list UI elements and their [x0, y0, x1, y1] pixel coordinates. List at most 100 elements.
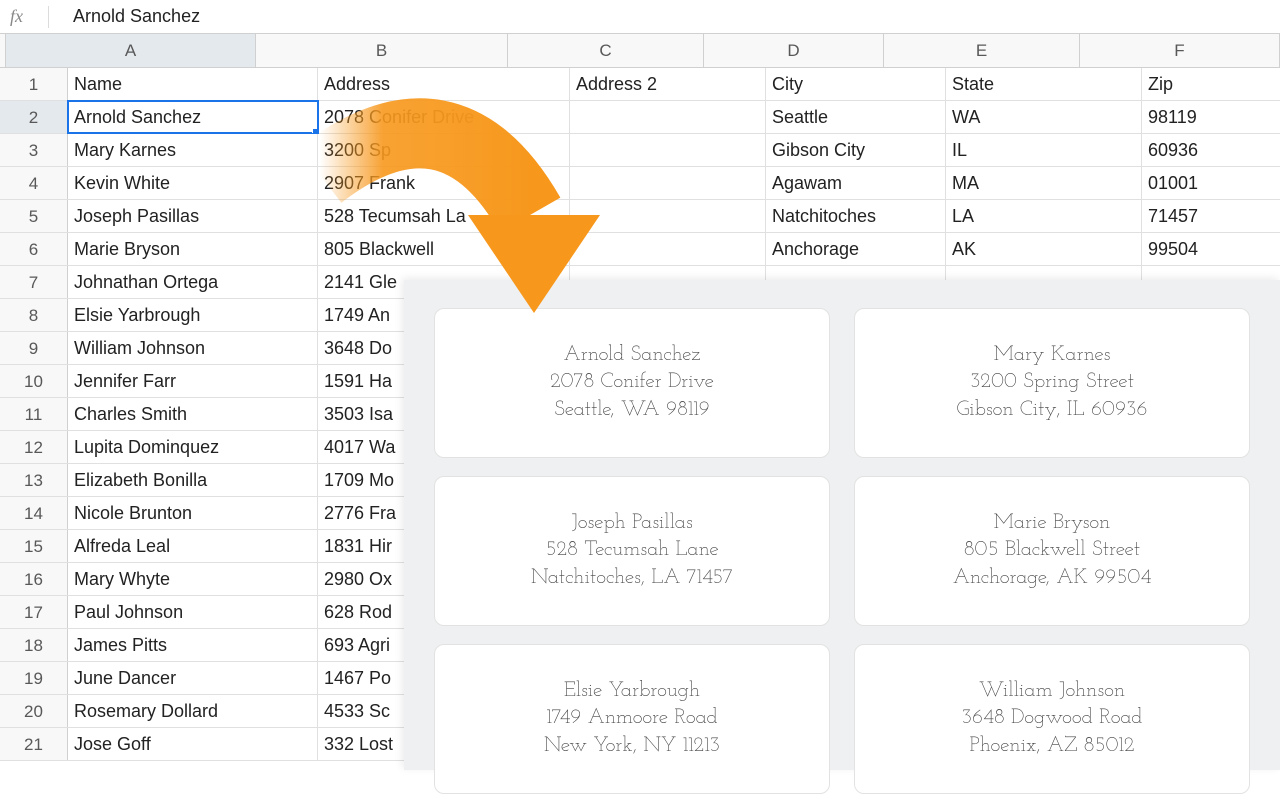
label-address: 805 Blackwell Street — [964, 537, 1141, 564]
cell[interactable] — [570, 167, 766, 199]
labels-preview-panel: Arnold Sanchez2078 Conifer DriveSeattle,… — [404, 280, 1280, 770]
cell[interactable]: 2078 Conifer Drive — [318, 101, 570, 133]
cell[interactable]: 99504 — [1142, 233, 1280, 265]
cell[interactable]: Seattle — [766, 101, 946, 133]
col-head-c[interactable]: C — [508, 34, 704, 67]
cell[interactable]: Lupita Dominquez — [68, 431, 318, 463]
cell[interactable]: Alfreda Leal — [68, 530, 318, 562]
cell[interactable] — [570, 101, 766, 133]
cell[interactable]: Agawam — [766, 167, 946, 199]
cell[interactable]: AK — [946, 233, 1142, 265]
cell[interactable]: Gibson City — [766, 134, 946, 166]
col-head-a[interactable]: A — [6, 34, 256, 67]
row-head[interactable]: 21 — [0, 728, 68, 760]
row-head[interactable]: 7 — [0, 266, 68, 298]
row-head[interactable]: 1 — [0, 68, 68, 100]
col-head-e[interactable]: E — [884, 34, 1080, 67]
label-address: 1749 Anmoore Road — [546, 705, 717, 732]
row-head[interactable]: 14 — [0, 497, 68, 529]
cell[interactable]: Arnold Sanchez — [68, 101, 318, 133]
row-head[interactable]: 17 — [0, 596, 68, 628]
col-head-f[interactable]: F — [1080, 34, 1280, 67]
table-row: 1NameAddressAddress 2CityStateZip — [0, 68, 1280, 101]
cell[interactable]: Mary Whyte — [68, 563, 318, 595]
cell[interactable]: WA — [946, 101, 1142, 133]
row-head[interactable]: 6 — [0, 233, 68, 265]
cell[interactable]: William Johnson — [68, 332, 318, 364]
cell[interactable]: 71457 — [1142, 200, 1280, 232]
row-head[interactable]: 12 — [0, 431, 68, 463]
formula-input[interactable] — [73, 0, 1280, 33]
col-head-b[interactable]: B — [256, 34, 508, 67]
row-head[interactable]: 11 — [0, 398, 68, 430]
row-head[interactable]: 8 — [0, 299, 68, 331]
cell[interactable]: Marie Bryson — [68, 233, 318, 265]
cell[interactable]: Jennifer Farr — [68, 365, 318, 397]
cell[interactable]: City — [766, 68, 946, 100]
cell[interactable]: Natchitoches — [766, 200, 946, 232]
cell[interactable]: June Dancer — [68, 662, 318, 694]
col-head-d[interactable]: D — [704, 34, 884, 67]
cell[interactable]: Address 2 — [570, 68, 766, 100]
row-head[interactable]: 2 — [0, 101, 68, 133]
cell[interactable]: Name — [68, 68, 318, 100]
cell[interactable]: Mary Karnes — [68, 134, 318, 166]
row-head[interactable]: 16 — [0, 563, 68, 595]
cell[interactable]: Nicole Brunton — [68, 497, 318, 529]
cell[interactable]: Kevin White — [68, 167, 318, 199]
cell[interactable]: 2907 Frank — [318, 167, 570, 199]
cell[interactable]: MA — [946, 167, 1142, 199]
label-city-state-zip: New York, NY 11213 — [544, 733, 720, 760]
row-head[interactable]: 19 — [0, 662, 68, 694]
cell[interactable]: Elsie Yarbrough — [68, 299, 318, 331]
cell[interactable] — [570, 134, 766, 166]
cell[interactable]: Jose Goff — [68, 728, 318, 760]
label-address: 3200 Spring Street — [970, 369, 1134, 396]
cell[interactable]: Rosemary Dollard — [68, 695, 318, 727]
cell[interactable]: IL — [946, 134, 1142, 166]
row-head[interactable]: 9 — [0, 332, 68, 364]
cell[interactable]: 805 Blackwell — [318, 233, 570, 265]
cell[interactable]: 60936 — [1142, 134, 1280, 166]
cell[interactable]: Paul Johnson — [68, 596, 318, 628]
row-head[interactable]: 5 — [0, 200, 68, 232]
address-label-card: William Johnson3648 Dogwood RoadPhoenix,… — [854, 644, 1250, 794]
cell[interactable]: 98119 — [1142, 101, 1280, 133]
cell[interactable] — [570, 200, 766, 232]
row-head[interactable]: 3 — [0, 134, 68, 166]
table-row: 4Kevin White2907 Frank AgawamMA01001 — [0, 167, 1280, 200]
label-name: Marie Bryson — [994, 510, 1111, 537]
cell[interactable] — [570, 233, 766, 265]
row-head[interactable]: 15 — [0, 530, 68, 562]
cell[interactable]: Address — [318, 68, 570, 100]
address-label-card: Marie Bryson805 Blackwell StreetAnchorag… — [854, 476, 1250, 626]
cell[interactable]: Charles Smith — [68, 398, 318, 430]
address-label-card: Joseph Pasillas528 Tecumsah LaneNatchito… — [434, 476, 830, 626]
cell[interactable]: 528 Tecumsah La — [318, 200, 570, 232]
cell[interactable]: Zip — [1142, 68, 1280, 100]
cell[interactable]: Johnathan Ortega — [68, 266, 318, 298]
row-head[interactable]: 10 — [0, 365, 68, 397]
address-label-card: Mary Karnes3200 Spring StreetGibson City… — [854, 308, 1250, 458]
cell[interactable]: 3200 Sp — [318, 134, 570, 166]
label-name: Mary Karnes — [994, 342, 1111, 369]
label-address: 3648 Dogwood Road — [962, 705, 1143, 732]
cell[interactable]: James Pitts — [68, 629, 318, 661]
cell[interactable]: 01001 — [1142, 167, 1280, 199]
address-label-card: Arnold Sanchez2078 Conifer DriveSeattle,… — [434, 308, 830, 458]
table-row: 6Marie Bryson805 Blackwell AnchorageAK995… — [0, 233, 1280, 266]
row-head[interactable]: 4 — [0, 167, 68, 199]
cell[interactable]: State — [946, 68, 1142, 100]
row-head[interactable]: 20 — [0, 695, 68, 727]
label-name: Elsie Yarbrough — [564, 678, 700, 705]
label-city-state-zip: Gibson City, IL 60936 — [956, 397, 1147, 424]
cell[interactable]: Joseph Pasillas — [68, 200, 318, 232]
row-head[interactable]: 18 — [0, 629, 68, 661]
table-row: 2Arnold Sanchez2078 Conifer Drive Seattle… — [0, 101, 1280, 134]
cell[interactable]: Anchorage — [766, 233, 946, 265]
column-header-row: A B C D E F — [0, 34, 1280, 68]
label-city-state-zip: Seattle, WA 98119 — [554, 397, 709, 424]
cell[interactable]: Elizabeth Bonilla — [68, 464, 318, 496]
row-head[interactable]: 13 — [0, 464, 68, 496]
cell[interactable]: LA — [946, 200, 1142, 232]
